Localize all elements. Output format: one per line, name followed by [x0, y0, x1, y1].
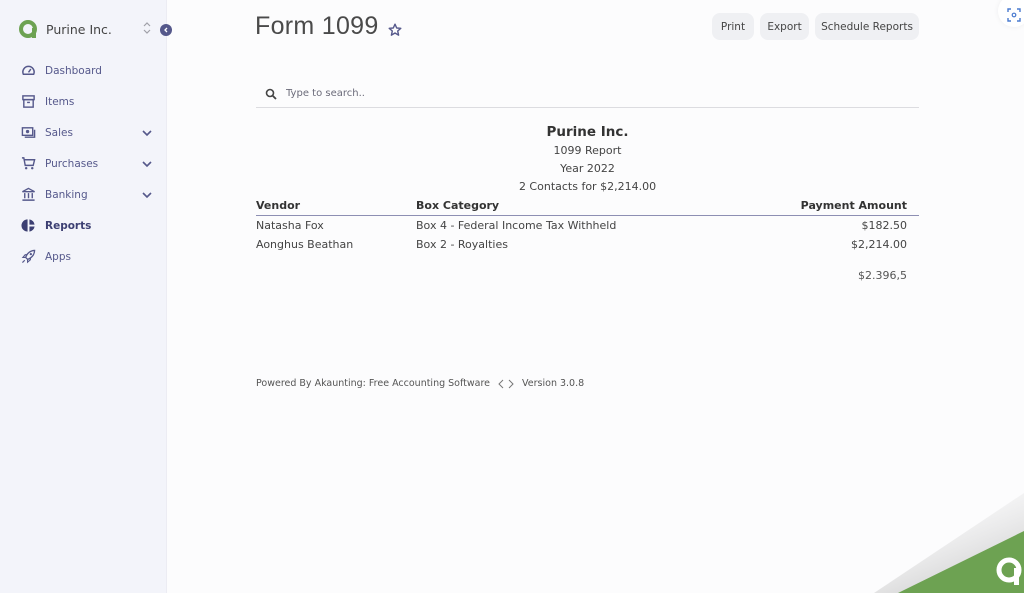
sidebar-item-purchases[interactable]: Purchases — [0, 148, 167, 179]
akaunting-corner-badge[interactable] — [864, 473, 1024, 593]
version-text: Version 3.0.8 — [522, 378, 585, 389]
vendor-cell: Aonghus Beathan — [256, 238, 354, 251]
print-button[interactable]: Print — [712, 13, 754, 40]
sidebar: Purine Inc. Dashboard Items Sales Purcha… — [0, 0, 172, 593]
amount-cell: $2,214.00 — [851, 238, 907, 251]
focus-capture-icon — [1007, 8, 1021, 22]
favorite-star-icon[interactable] — [388, 23, 402, 37]
sidebar-item-label: Reports — [45, 219, 92, 232]
amount-cell: $182.50 — [861, 219, 908, 232]
powered-by-link[interactable]: Powered By Akaunting: Free Accounting So… — [256, 378, 490, 389]
table-header: Vendor Box Category Payment Amount — [256, 199, 919, 216]
chevron-down-icon[interactable] — [141, 128, 153, 138]
sidebar-item-dashboard[interactable]: Dashboard — [0, 55, 167, 86]
collapse-sidebar-button[interactable] — [160, 24, 172, 36]
sidebar-item-apps[interactable]: Apps — [0, 241, 167, 272]
sidebar-item-sales[interactable]: Sales — [0, 117, 167, 148]
rocket-icon — [20, 249, 36, 265]
page-title: Form 1099 — [255, 12, 379, 40]
table-row: Natasha Fox Box 4 - Federal Income Tax W… — [256, 216, 919, 235]
company-switcher[interactable]: Purine Inc. — [18, 18, 178, 40]
category-cell: Box 2 - Royalties — [416, 238, 508, 251]
search-input[interactable] — [286, 88, 886, 99]
sidebar-item-items[interactable]: Items — [0, 86, 167, 117]
screenshot-capture-button[interactable] — [998, 0, 1024, 27]
sidebar-item-label: Banking — [45, 188, 88, 201]
report-subtitle: 1099 Report — [553, 144, 622, 157]
column-header-box-category: Box Category — [416, 199, 500, 212]
sidebar-item-label: Purchases — [45, 157, 99, 170]
report-table: Vendor Box Category Payment Amount Natas… — [256, 199, 919, 254]
schedule-reports-button[interactable]: Schedule Reports — [815, 13, 919, 40]
shopping-cart-icon — [20, 156, 36, 172]
sidebar-item-label: Sales — [45, 126, 73, 139]
report-header: Purine Inc. 1099 Report Year 2022 2 Cont… — [256, 124, 919, 196]
column-header-vendor: Vendor — [256, 199, 301, 212]
footer: Powered By Akaunting: Free Accounting So… — [256, 378, 584, 389]
sidebar-item-reports[interactable]: Reports — [0, 210, 167, 241]
sidebar-item-banking[interactable]: Banking — [0, 179, 167, 210]
chevron-left-icon — [164, 27, 168, 33]
bank-icon — [20, 187, 36, 203]
report-total: $2.396,5 — [858, 269, 907, 282]
category-cell: Box 4 - Federal Income Tax Withheld — [416, 219, 617, 232]
table-row: Aonghus Beathan Box 2 - Royalties $2,214… — [256, 235, 919, 254]
chevron-down-icon[interactable] — [141, 159, 153, 169]
search-bar — [256, 80, 919, 108]
chevron-up-down-icon[interactable] — [142, 20, 152, 36]
company-name: Purine Inc. — [46, 21, 112, 37]
gauge-icon — [20, 63, 36, 79]
sidebar-item-label: Items — [45, 95, 75, 108]
sidebar-item-label: Dashboard — [45, 64, 102, 77]
report-company-name: Purine Inc. — [546, 124, 629, 140]
search-icon — [265, 88, 277, 100]
export-button[interactable]: Export — [760, 13, 809, 40]
report-summary: 2 Contacts for $2,214.00 — [518, 180, 657, 193]
code-brackets-icon — [498, 379, 514, 388]
column-header-payment-amount: Payment Amount — [800, 199, 907, 212]
sidebar-nav: Dashboard Items Sales Purchases Banking … — [0, 55, 167, 272]
money-icon — [20, 125, 36, 141]
akaunting-logo-icon — [19, 20, 37, 38]
vendor-cell: Natasha Fox — [256, 219, 324, 232]
archive-box-icon — [20, 94, 36, 110]
report-year: Year 2022 — [560, 162, 615, 175]
pie-chart-icon — [20, 218, 36, 234]
sidebar-item-label: Apps — [45, 250, 71, 263]
chevron-down-icon[interactable] — [141, 190, 153, 200]
